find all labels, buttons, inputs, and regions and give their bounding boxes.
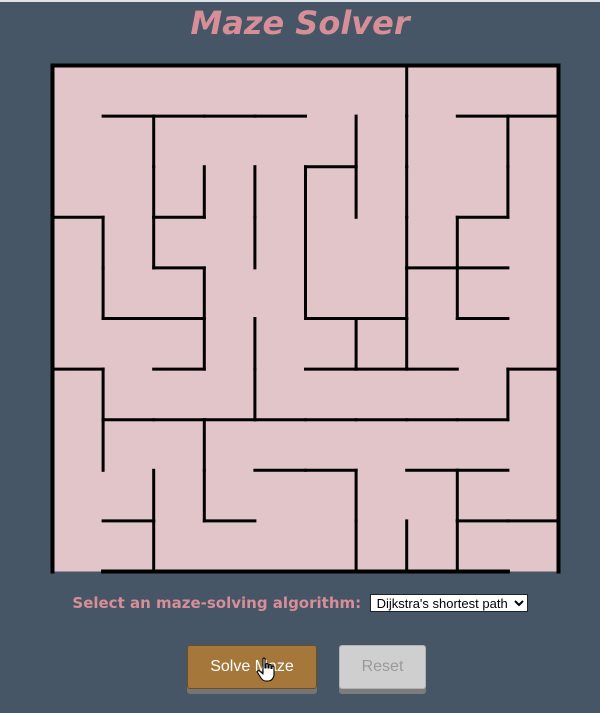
solve-maze-button[interactable]: Solve Maze [187, 645, 317, 689]
hand-pointer-icon [256, 657, 275, 682]
page-title: Maze Solver [190, 4, 410, 42]
algorithm-select[interactable]: Dijkstra's shortest path [369, 594, 528, 612]
reset-button[interactable]: Reset [339, 645, 426, 689]
algorithm-control: Select an maze-solving algorithm: Dijkst… [0, 594, 600, 612]
algorithm-label: Select an maze-solving algorithm: [72, 594, 362, 612]
window-frame [0, 0, 600, 2]
maze-grid [50, 63, 561, 574]
